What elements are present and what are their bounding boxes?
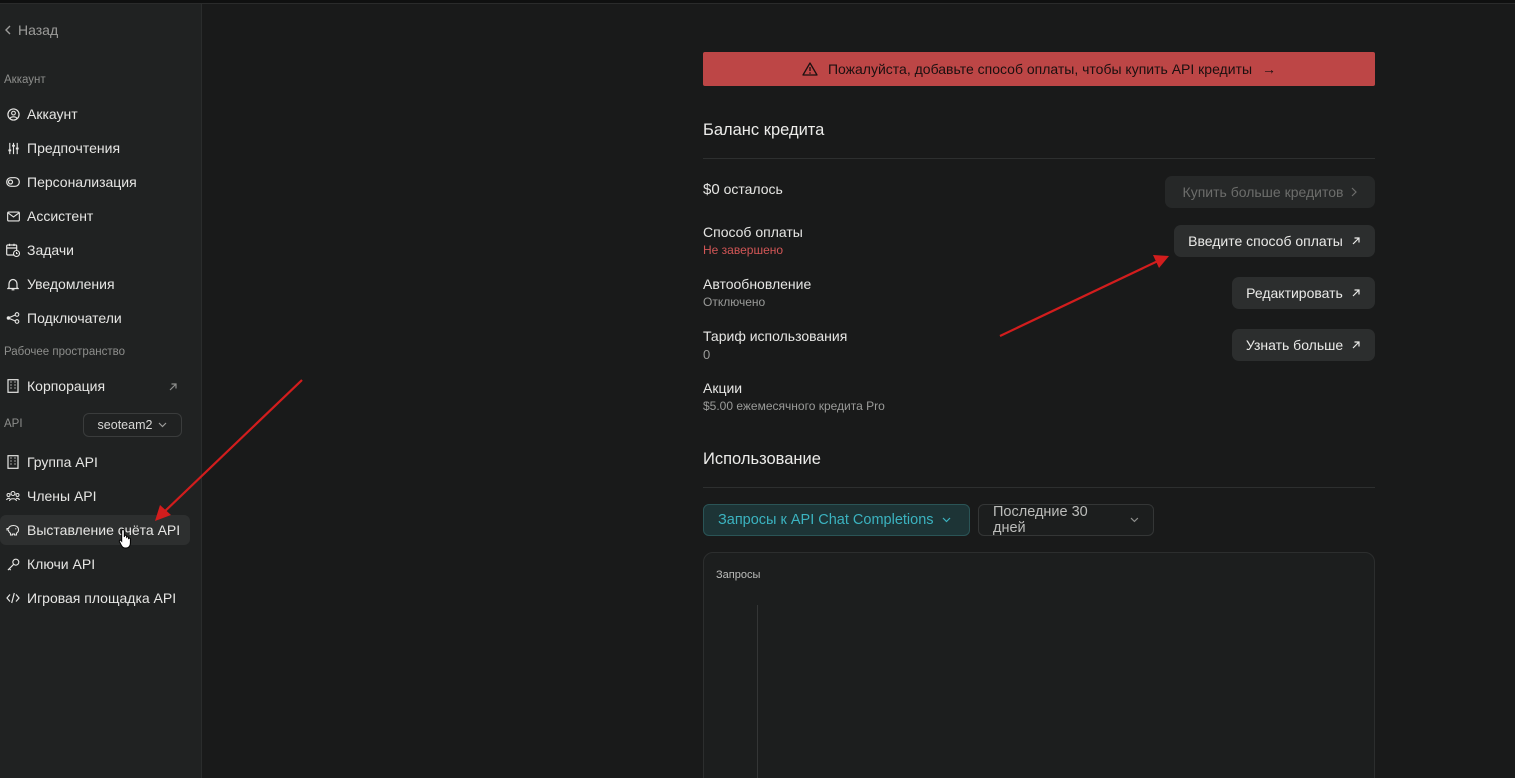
sidebar-item-api-keys[interactable]: Ключи API [0,549,190,579]
learn-more-label: Узнать больше [1245,337,1344,353]
external-link-icon [1352,341,1360,349]
sidebar-item-account[interactable]: Аккаунт [0,99,190,129]
balance-suffix: осталось [723,181,783,197]
user-circle-icon [6,107,20,121]
building-icon [6,455,20,469]
calendar-clock-icon [6,243,20,257]
balance-amount: $0 [703,181,720,198]
divider [703,487,1375,488]
promotions-title: Акции [703,380,743,396]
sidebar-item-label: Корпорация [27,378,106,394]
annotation-arrow-payment [999,255,1169,337]
sidebar-item-api-members[interactable]: Члены API [0,481,190,511]
sidebar-item-label: Ассистент [27,208,94,224]
section-account-label: Аккаунт [4,74,46,86]
sidebar-item-api-group[interactable]: Группа API [0,447,190,477]
sliders-icon [6,141,20,155]
arrow-right-icon: → [1262,61,1277,77]
bell-icon [6,277,20,291]
sidebar-item-preferences[interactable]: Предпочтения [0,133,190,163]
code-icon [6,591,20,605]
payment-method-status: Не завершено [703,243,784,257]
sidebar-item-personalization[interactable]: Персонализация [0,167,190,197]
sidebar-item-label: Персонализация [27,174,137,190]
sidebar-item-api-playground[interactable]: Игровая площадка API [0,583,190,613]
external-link-icon [1352,237,1360,245]
sidebar-item-label: Выставление счёта API [27,522,181,538]
sidebar-item-label: Подключатели [27,310,122,326]
buy-credits-label: Купить больше кредитов [1182,184,1344,200]
team-select[interactable]: seoteam2 [83,413,182,437]
usage-tier-title: Тариф использования [703,328,848,344]
chevron-left-icon [5,25,11,35]
chevron-down-icon [159,422,167,428]
sidebar-item-label: Ключи API [27,556,96,572]
sidebar-item-api-billing[interactable]: Выставление счёта API [0,515,190,545]
chevron-down-icon [1130,517,1139,523]
chart-y-label: Запросы [716,569,761,581]
sidebar-item-label: Группа API [27,454,98,470]
date-range-select[interactable]: Последние 30 дней [978,504,1154,536]
edit-label: Редактировать [1246,285,1343,301]
toggle-icon [6,175,20,189]
usage-title: Использование [703,450,821,468]
metric-select[interactable]: Запросы к API Chat Completions [703,504,970,536]
chevron-down-icon [942,517,950,523]
sidebar-item-label: Задачи [27,242,75,258]
key-icon [6,557,20,571]
top-bar [0,0,1515,4]
usage-chart-panel: Запросы [703,552,1375,778]
banner-text: Пожалуйста, добавьте способ оплаты, чтоб… [827,61,1253,77]
enter-payment-label: Введите способ оплаты [1188,233,1343,249]
sidebar-item-connectors[interactable]: Подключатели [0,303,190,333]
balance-value: $0 осталось [703,181,783,198]
section-workspace-label: Рабочее пространство [4,346,125,358]
sidebar-item-label: Члены API [27,488,97,504]
connectors-icon [6,311,20,325]
api-section-header: API seoteam2 [4,413,184,437]
autorenew-status: Отключено [703,295,766,309]
back-label: Назад [18,22,59,38]
piggy-bank-icon [6,523,20,537]
edit-autorenew-button[interactable]: Редактировать [1232,277,1375,309]
hand-cursor-icon [118,528,131,549]
sidebar-item-tasks[interactable]: Задачи [0,235,190,265]
building-icon [6,379,20,393]
chart-y-axis [757,605,758,778]
payment-method-title: Способ оплаты [703,224,803,240]
sidebar-item-notifications[interactable]: Уведомления [0,269,190,299]
section-api-label: API [4,418,23,430]
chevron-right-icon [1352,187,1358,197]
external-link-icon [1352,289,1360,297]
enter-payment-method-button[interactable]: Введите способ оплаты [1174,225,1375,257]
usage-tier-value: 0 [703,347,711,362]
autorenew-title: Автообновление [703,276,812,292]
sidebar-item-label: Игровая площадка API [27,590,177,606]
users-icon [6,489,20,503]
back-link[interactable]: Назад [4,20,58,40]
learn-more-button[interactable]: Узнать больше [1232,329,1375,361]
external-link-icon [168,379,178,395]
mail-icon [6,209,20,223]
team-select-value: seoteam2 [97,418,153,432]
credit-balance-title: Баланс кредита [703,121,825,139]
metric-select-value: Запросы к API Chat Completions [718,512,934,528]
sidebar-item-label: Уведомления [27,276,115,292]
promotions-value: $5.00 ежемесячного кредита Pro [703,399,885,413]
buy-credits-button[interactable]: Купить больше кредитов [1165,176,1375,208]
warning-icon [802,62,818,76]
sidebar-item-corporation[interactable]: Корпорация [0,371,190,401]
sidebar-item-assistant[interactable]: Ассистент [0,201,190,231]
sidebar: Назад Аккаунт Аккаунт Предпочтения Персо… [0,4,202,778]
sidebar-item-label: Аккаунт [27,106,78,122]
sidebar-item-label: Предпочтения [27,140,121,156]
date-range-value: Последние 30 дней [993,504,1088,536]
divider [703,158,1375,159]
payment-warning-banner[interactable]: Пожалуйста, добавьте способ оплаты, чтоб… [703,52,1375,86]
